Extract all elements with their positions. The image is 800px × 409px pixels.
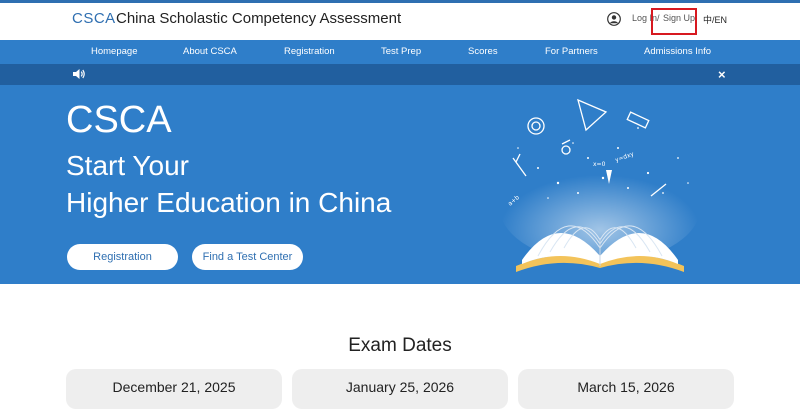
site-logo[interactable]: CSCA [72,10,116,27]
hero-subtitle-line1: Start Your [66,150,189,181]
nav-scores[interactable]: Scores [468,46,498,57]
hero-title: CSCA [66,99,172,141]
find-test-center-button[interactable]: Find a Test Center [192,244,303,270]
speaker-icon[interactable] [72,68,86,80]
notice-bar [0,64,800,85]
nav-homepage[interactable]: Homepage [91,46,137,57]
exam-dates-title: Exam Dates [348,335,452,356]
user-icon[interactable] [607,12,621,26]
site-name: China Scholastic Competency Assessment [116,10,402,27]
registration-button[interactable]: Registration [67,244,178,270]
hero-subtitle-line2: Higher Education in China [66,187,392,218]
close-icon[interactable]: × [718,67,726,82]
nav-admissions-info[interactable]: Admissions Info [644,46,711,57]
nav-for-partners[interactable]: For Partners [545,46,598,57]
nav-about-csca[interactable]: About CSCA [183,46,237,57]
open-book-illustration: y=dxy x=0 a+b [500,98,700,272]
signup-highlight-box [651,8,697,35]
nav-test-prep[interactable]: Test Prep [381,46,421,57]
exam-date-text: January 25, 2026 [345,379,455,395]
main-nav: Homepage About CSCA Registration Test Pr… [0,40,800,64]
exam-date-text: December 21, 2025 [112,379,236,395]
nav-registration[interactable]: Registration [284,46,335,57]
exam-date-text: March 15, 2026 [577,379,675,395]
language-switch[interactable]: 中/EN [703,13,727,26]
svg-text:x=0: x=0 [593,161,606,168]
